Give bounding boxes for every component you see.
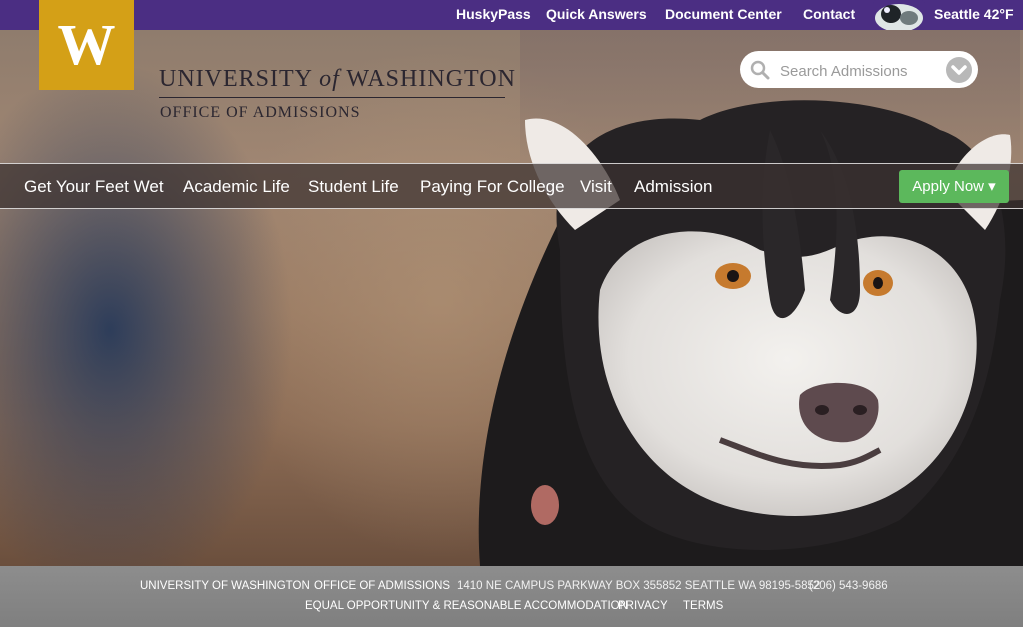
top-link-document-center[interactable]: Document Center <box>665 6 782 22</box>
nav-item-get-your-feet-wet[interactable]: Get Your Feet Wet <box>24 177 164 197</box>
footer-link-uw[interactable]: UNIVERSITY OF WASHINGTON <box>140 580 310 592</box>
main-nav: Get Your Feet Wet Academic Life Student … <box>0 163 1023 209</box>
footer-link-terms[interactable]: TERMS <box>683 600 723 612</box>
footer-phone: (206) 543-9686 <box>809 580 888 592</box>
wordmark-divider <box>159 97 505 98</box>
wordmark-of: of <box>319 66 340 92</box>
nav-item-paying-for-college[interactable]: Paying For College <box>420 177 565 197</box>
nav-item-visit[interactable]: Visit <box>580 177 612 197</box>
footer-link-office[interactable]: OFFICE OF ADMISSIONS <box>314 580 450 592</box>
chevron-down-icon <box>951 65 967 75</box>
office-of-admissions-label[interactable]: OFFICE OF ADMISSIONS <box>160 104 361 122</box>
logo-letter: W <box>57 12 116 77</box>
search-input[interactable] <box>778 59 942 83</box>
footer-address: 1410 NE CAMPUS PARKWAY BOX 355852 SEATTL… <box>457 580 821 592</box>
search-icon <box>750 60 770 80</box>
footer: UNIVERSITY OF WASHINGTON OFFICE OF ADMIS… <box>0 566 1023 627</box>
weather-label[interactable]: Seattle 42°F <box>934 6 1014 22</box>
nav-item-admission[interactable]: Admission <box>634 177 712 197</box>
university-wordmark[interactable]: UNIVERSITY of WASHINGTON <box>159 66 516 93</box>
wordmark-washington: WASHINGTON <box>346 66 516 92</box>
weather-image <box>873 0 925 30</box>
top-link-contact[interactable]: Contact <box>803 6 855 22</box>
apply-now-button[interactable]: Apply Now ▾ <box>899 170 1009 203</box>
search-options-button[interactable] <box>946 57 972 83</box>
nav-item-student-life[interactable]: Student Life <box>308 177 399 197</box>
top-link-quick-answers[interactable]: Quick Answers <box>546 6 647 22</box>
footer-link-equal-opportunity[interactable]: EQUAL OPPORTUNITY & REASONABLE ACCOMMODA… <box>305 600 628 612</box>
top-link-huskypass[interactable]: HuskyPass <box>456 6 531 22</box>
uw-w-logo[interactable]: W <box>39 0 134 90</box>
search-box <box>740 51 978 88</box>
wordmark-university: UNIVERSITY <box>159 66 313 92</box>
nav-item-academic-life[interactable]: Academic Life <box>183 177 290 197</box>
footer-link-privacy[interactable]: PRIVACY <box>618 600 668 612</box>
top-bar: HuskyPass Quick Answers Document Center … <box>0 0 1023 30</box>
